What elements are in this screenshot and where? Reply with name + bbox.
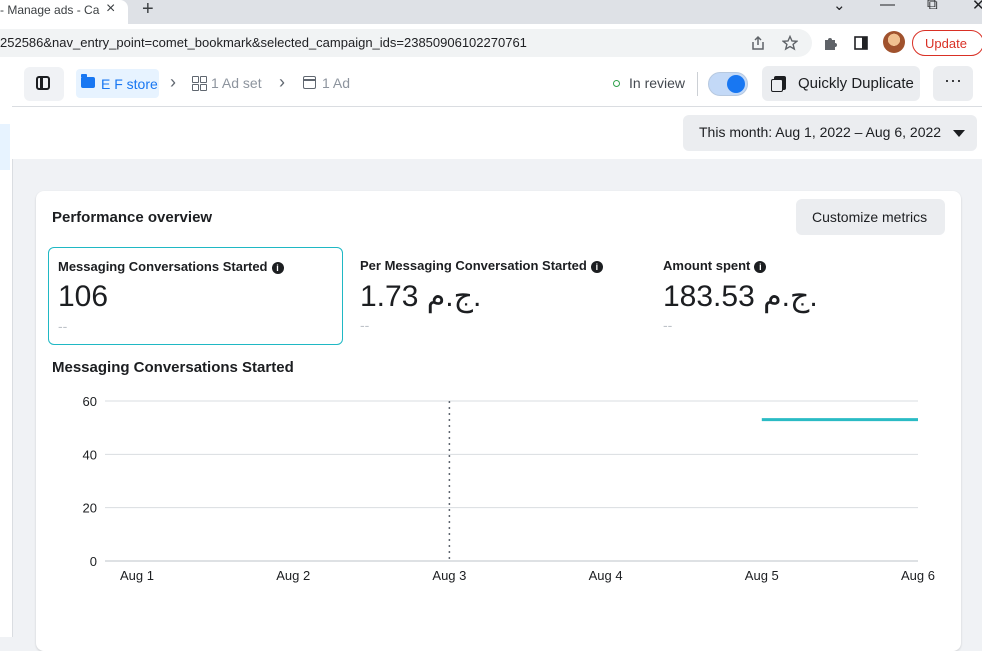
- metric-label: Messaging Conversations Started: [58, 259, 268, 274]
- chevron-right-icon: ›: [170, 72, 176, 92]
- date-range-picker[interactable]: This month: Aug 1, 2022 – Aug 6, 2022: [683, 115, 977, 151]
- x-tick-label: Aug 6: [901, 568, 935, 583]
- x-tick-label: Aug 4: [589, 568, 623, 583]
- metric-delta: --: [663, 317, 673, 333]
- breadcrumb-ad-label: 1 Ad: [322, 75, 351, 91]
- new-tab-button[interactable]: +: [142, 0, 154, 21]
- ad-on-off-toggle[interactable]: [708, 72, 748, 96]
- header-divider: [697, 72, 698, 96]
- share-icon[interactable]: [750, 35, 766, 51]
- metric-value: 1.73 ج.م.: [360, 280, 482, 313]
- metric-delta: --: [58, 318, 68, 334]
- chevron-right-icon: ›: [279, 72, 285, 92]
- info-icon[interactable]: i: [590, 261, 603, 273]
- chart-title: Messaging Conversations Started: [52, 359, 294, 376]
- more-options-button[interactable]: ···: [933, 66, 973, 101]
- browser-tab-title: - Manage ads - Ca: [0, 3, 100, 17]
- x-tick-label: Aug 5: [745, 568, 779, 583]
- quickly-duplicate-label: Quickly Duplicate: [798, 75, 914, 92]
- minimize-window-button[interactable]: —: [880, 0, 895, 13]
- sidebar-icon: [36, 76, 50, 90]
- metric-card-messaging-conversations[interactable]: Messaging Conversations Started i 106 --: [48, 247, 343, 345]
- customize-metrics-label: Customize metrics: [812, 209, 928, 225]
- metric-card-amount-spent[interactable]: Amount spent i 183.53 ج.م. --: [654, 247, 949, 345]
- side-panel-icon[interactable]: [853, 35, 869, 51]
- x-tick-label: Aug 2: [276, 568, 310, 583]
- y-tick-label: 20: [83, 501, 97, 516]
- metric-delta: --: [360, 317, 370, 333]
- metric-label: Amount spent: [663, 258, 751, 273]
- bookmark-star-icon[interactable]: [782, 35, 798, 51]
- breadcrumb-ad[interactable]: 1 Ad: [303, 75, 350, 91]
- sidebar-toggle-button[interactable]: [24, 67, 64, 101]
- close-window-button[interactable]: ✕: [972, 0, 982, 14]
- delivery-status: In review: [629, 75, 686, 91]
- profile-avatar[interactable]: [883, 31, 905, 53]
- duplicate-icon: [771, 76, 786, 92]
- performance-overview-title: Performance overview: [52, 209, 213, 226]
- date-range-label: This month: Aug 1, 2022 – Aug 6, 2022: [699, 124, 942, 140]
- update-button[interactable]: Update: [912, 30, 982, 56]
- y-tick-label: 0: [90, 554, 97, 569]
- breadcrumb-campaign-label: E F store: [101, 76, 158, 92]
- update-label: Update: [925, 36, 967, 51]
- metric-value: 106: [58, 280, 109, 313]
- restore-window-button[interactable]: ⧉: [927, 0, 938, 13]
- adset-grid-icon: [192, 76, 207, 91]
- extensions-puzzle-icon[interactable]: [822, 35, 838, 51]
- tab-close-icon[interactable]: ×: [106, 0, 115, 18]
- breadcrumb-adset[interactable]: 1 Ad set: [192, 75, 262, 91]
- toggle-knob: [727, 75, 745, 93]
- line-chart: 0 20 40 60 Aug 1 Aug 2 Aug 3 Aug 4 Aug 5 Aug 6: [83, 394, 935, 583]
- caret-down-icon: [953, 130, 965, 137]
- omnibox[interactable]: 252586&nav_entry_point=comet_bookmark&se…: [0, 29, 812, 57]
- metric-card-cost-per-conversation[interactable]: Per Messaging Conversation Started i 1.73…: [351, 247, 646, 345]
- customize-metrics-button[interactable]: Customize metrics: [796, 199, 945, 235]
- x-tick-label: Aug 1: [120, 568, 154, 583]
- url-text[interactable]: 252586&nav_entry_point=comet_bookmark&se…: [0, 35, 527, 50]
- ad-icon: [303, 76, 316, 89]
- y-tick-label: 60: [83, 394, 97, 409]
- browser-tab[interactable]: - Manage ads - Ca ×: [0, 0, 128, 24]
- x-tick-label: Aug 3: [432, 568, 466, 583]
- y-tick-label: 40: [83, 447, 97, 462]
- tab-search-icon[interactable]: ⌄: [833, 0, 846, 14]
- quickly-duplicate-button[interactable]: Quickly Duplicate: [762, 66, 920, 101]
- status-dot-icon: [613, 80, 620, 87]
- breadcrumb-adset-label: 1 Ad set: [211, 75, 262, 91]
- left-nav-selected-item[interactable]: [0, 124, 10, 170]
- metric-value: 183.53 ج.م.: [663, 280, 818, 313]
- metric-label: Per Messaging Conversation Started: [360, 258, 587, 273]
- info-icon[interactable]: i: [754, 261, 767, 273]
- info-icon[interactable]: i: [271, 262, 284, 274]
- breadcrumb-campaign[interactable]: E F store: [76, 69, 159, 98]
- folder-icon: [81, 74, 95, 88]
